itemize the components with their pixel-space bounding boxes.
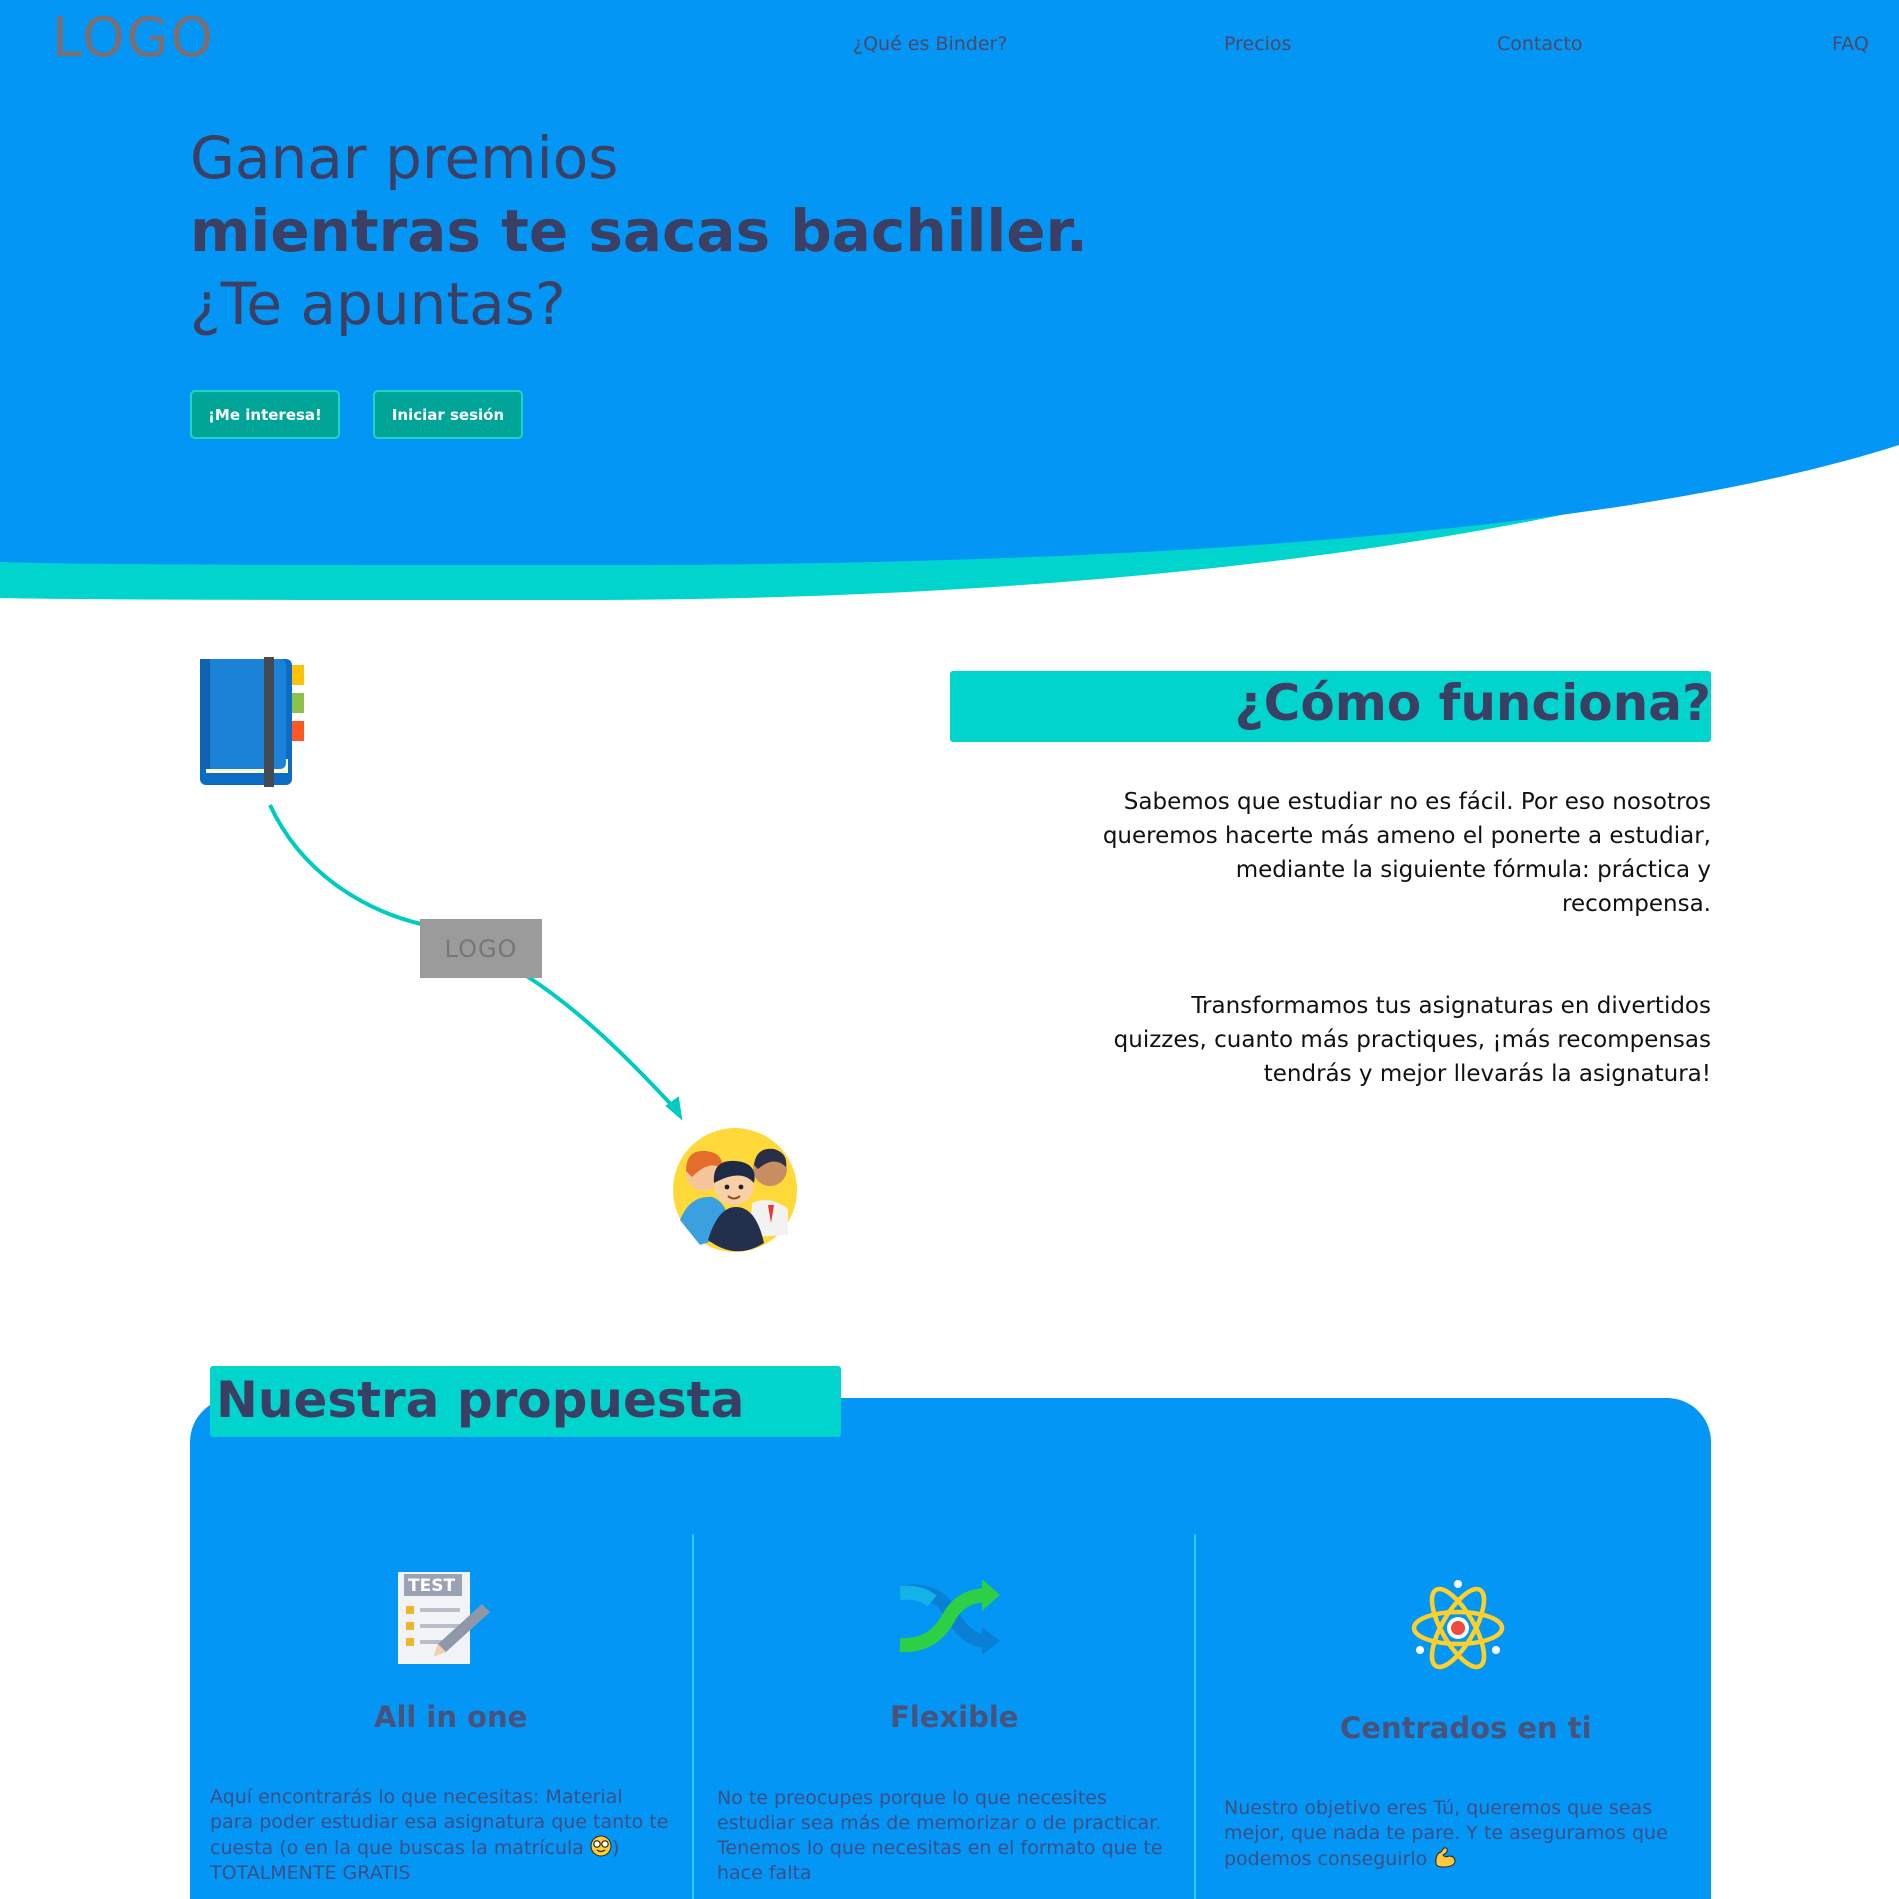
card-title-flexible: Flexible xyxy=(890,1700,1019,1734)
card-title-centrados: Centrados en ti xyxy=(1340,1711,1592,1745)
nav-faq[interactable]: FAQ xyxy=(1832,33,1869,55)
hero-line-1: Ganar premios xyxy=(190,124,619,192)
nerd-face-icon xyxy=(590,1835,612,1857)
column-divider xyxy=(692,1534,694,1899)
me-interesa-button[interactable]: ¡Me interesa! xyxy=(190,390,340,439)
card-text-flexible: No te preocupes porque lo que necesites … xyxy=(717,1787,1163,1884)
hero-headline: Ganar premios mientras te sacas bachille… xyxy=(190,122,1088,341)
shuffle-arrows-icon xyxy=(898,1579,1000,1655)
iniciar-sesion-button[interactable]: Iniciar sesión xyxy=(373,390,523,439)
card-title-all-in-one: All in one xyxy=(374,1700,528,1734)
notebook-icon xyxy=(200,657,304,787)
hero-line-3: ¿Te apuntas? xyxy=(190,270,566,338)
nav-contacto[interactable]: Contacto xyxy=(1497,33,1583,55)
como-funciona-paragraph-2: Transformamos tus asignaturas en diverti… xyxy=(1113,993,1711,1087)
column-divider xyxy=(1194,1534,1196,1899)
test-sheet-icon: TEST xyxy=(398,1572,490,1664)
svg-text:TEST: TEST xyxy=(408,1576,455,1596)
propuesta-title: Nuestra propuesta xyxy=(216,1371,745,1429)
nav-que-es-binder[interactable]: ¿Qué es Binder? xyxy=(853,33,1007,55)
flexed-biceps-icon xyxy=(1435,1847,1456,1868)
como-funciona-paragraph-1: Sabemos que estudiar no es fácil. Por es… xyxy=(1102,789,1711,917)
students-group-icon xyxy=(673,1128,797,1252)
diagram-logo: LOGO xyxy=(420,919,542,978)
card-text-all-in-one: Aquí encontrarás lo que necesitas: Mater… xyxy=(210,1785,670,1886)
site-logo[interactable]: LOGO xyxy=(52,6,215,69)
hero-line-2: mientras te sacas bachiller. xyxy=(190,197,1088,265)
card-text-centrados: Nuestro objetivo eres Tú, queremos que s… xyxy=(1224,1796,1699,1872)
nav-precios[interactable]: Precios xyxy=(1224,33,1291,55)
como-funciona-title: ¿Cómo funciona? xyxy=(1234,674,1711,732)
atom-icon xyxy=(1411,1580,1505,1670)
